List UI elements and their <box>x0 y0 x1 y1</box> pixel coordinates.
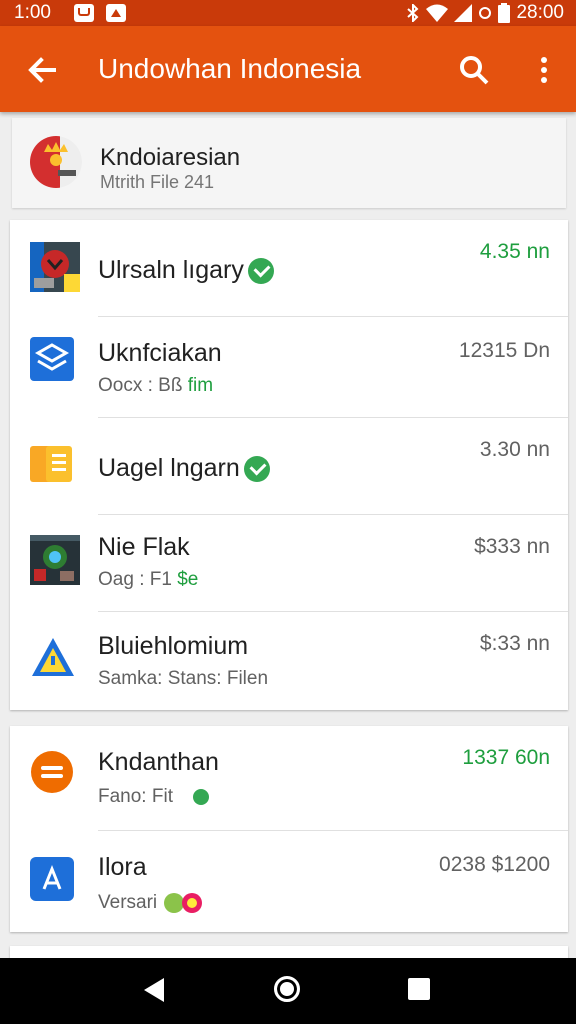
verified-check-icon <box>247 258 274 285</box>
signal-icon <box>454 4 473 22</box>
app-meta: Samka: Stans: Filen <box>98 668 269 689</box>
app-time: $:33 nn <box>479 632 550 655</box>
search-icon[interactable] <box>454 50 494 90</box>
wifi-icon <box>426 4 449 22</box>
contributor-avatars-icon <box>164 893 203 913</box>
app-name: Uagel lngarn <box>98 454 270 483</box>
folder-subtitle: Mtrith File 241 <box>100 172 215 192</box>
warning-triangle-app-icon <box>30 636 78 684</box>
app-list-card: Ulrsaln lıgary 4.35 nn Uknfciakan Oocx :… <box>10 220 568 710</box>
layers-app-icon <box>30 337 78 385</box>
list-item[interactable]: Bluiehlomium Samka: Stans: Filen $:33 nn <box>10 612 568 710</box>
status-dot-icon <box>192 788 209 805</box>
app-list-card: Kndanthan Fano: Fit 1337 60n Ilora Versa… <box>10 726 568 932</box>
nav-recents-icon[interactable] <box>408 978 430 1000</box>
list-item[interactable]: Ilora Versari 0238 $1200 <box>10 831 568 932</box>
gmail-notification-icon <box>74 4 94 22</box>
app-time: 1337 60n <box>462 746 550 769</box>
bluetooth-icon <box>407 4 419 22</box>
app-meta: Fano: Fit <box>98 786 209 808</box>
app-time: 4.35 nn <box>479 240 550 263</box>
list-item[interactable]: Kndanthan Fano: Fit 1337 60n <box>10 726 568 830</box>
app-notification-icon <box>106 4 126 22</box>
app-time: 3.30 nn <box>479 438 550 461</box>
document-app-icon <box>30 442 78 490</box>
game-thumbnail-icon <box>30 242 80 292</box>
battery-icon <box>498 3 511 23</box>
app-name: Ilora <box>98 853 147 881</box>
nav-back-icon[interactable] <box>144 978 164 1002</box>
game-art-icon <box>30 535 80 585</box>
app-name: Ulrsaln lıgary <box>98 256 274 285</box>
app-name: Bluiehlomium <box>98 632 249 660</box>
list-item[interactable]: Ulrsaln lıgary 4.35 nn <box>10 220 568 316</box>
app-time: 0238 $1200 <box>439 853 550 876</box>
list-item[interactable]: Uknfciakan Oocx : Bß fim 12315 Dn <box>10 317 568 417</box>
app-name: Nie Flak <box>98 533 190 561</box>
battery-saver-icon <box>479 7 492 19</box>
status-bar: 1:00 28:00 <box>0 0 576 26</box>
app-name: Kndanthan <box>98 748 219 776</box>
navigation-bar <box>0 958 576 1024</box>
more-options-icon[interactable] <box>524 50 564 90</box>
app-bar: Undowhan Indonesia <box>0 26 576 112</box>
app-meta: Oag : F1 $e <box>98 569 199 590</box>
back-arrow-icon[interactable] <box>22 50 62 90</box>
app-time: 12315 Dn <box>458 339 550 362</box>
app-meta: Versari <box>98 891 208 915</box>
page-title: Undowhan Indonesia <box>98 53 362 84</box>
app-meta: Oocx : Bß fim <box>98 375 214 396</box>
list-item[interactable]: Uagel lngarn 3.30 nn <box>10 418 568 514</box>
folder-title: Kndoiaresian <box>100 144 241 171</box>
a-app-icon <box>30 857 78 905</box>
folder-header-card[interactable]: Kndoiaresian Mtrith File 241 <box>12 118 566 208</box>
app-time: $333 nn <box>474 535 550 558</box>
folder-avatar-icon <box>30 136 82 188</box>
status-time: 1:00 <box>14 2 51 23</box>
list-item[interactable]: Nie Flak Oag : F1 $e $333 nn <box>10 515 568 611</box>
status-time-right: 28:00 <box>516 2 564 23</box>
chat-bubble-app-icon <box>30 750 78 798</box>
nav-home-icon[interactable] <box>274 976 300 1002</box>
app-name: Uknfciakan <box>98 339 222 367</box>
verified-check-icon <box>243 456 270 483</box>
